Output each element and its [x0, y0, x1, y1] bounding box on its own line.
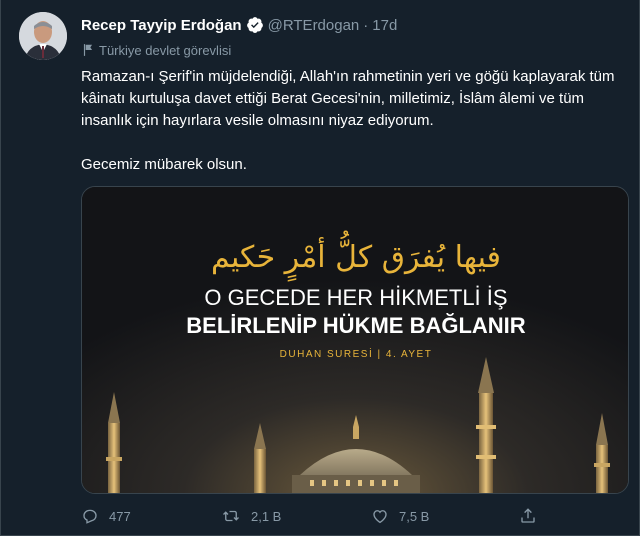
tweet-text: Ramazan-ı Şerif'in müjdelendiği, Allah'ı… [81, 66, 629, 176]
image-line1: O GECEDE HER HİKMETLİ İŞ [204, 285, 507, 310]
verified-badge-icon [246, 17, 263, 33]
share-icon [521, 508, 535, 523]
avatar[interactable] [19, 12, 67, 60]
author-name[interactable]: Recep Tayyip Erdoğan [81, 17, 242, 34]
account-label[interactable]: Türkiye devlet görevlisi [81, 40, 231, 60]
reply-count: 477 [109, 508, 131, 524]
author-handle[interactable]: @RTErdogan [268, 17, 360, 34]
tweet-image[interactable]: فيها يُفرَق كلُّ أمْرٍ حَكيم O GECEDE HE… [81, 186, 629, 494]
retweet-count: 2,1 B [251, 508, 282, 524]
reply-button[interactable]: 477 [81, 507, 131, 525]
tweet-timestamp[interactable]: 17d [372, 17, 397, 34]
like-count: 7,5 B [399, 508, 430, 524]
tweet-card[interactable]: Recep Tayyip Erdoğan @RTErdogan · 17d Tü… [0, 0, 640, 536]
flag-icon [83, 44, 93, 56]
avatar-image [19, 12, 67, 60]
tweet-paragraph: Gecemiz mübarek olsun. [81, 156, 247, 173]
tweet-header: Recep Tayyip Erdoğan @RTErdogan · 17d [81, 14, 397, 36]
account-label-text: Türkiye devlet görevlisi [99, 42, 232, 58]
berat-gecesi-image: فيها يُفرَق كلُّ أمْرٍ حَكيم O GECEDE HE… [82, 187, 628, 493]
image-source: DUHAN SURESİ | 4. AYET [280, 347, 433, 360]
like-icon [373, 510, 387, 524]
share-button[interactable] [519, 507, 537, 525]
retweet-button[interactable]: 2,1 B [221, 507, 281, 525]
retweet-icon [223, 510, 239, 522]
like-button[interactable]: 7,5 B [371, 507, 429, 525]
separator-dot: · [363, 16, 369, 34]
reply-icon [83, 509, 97, 524]
image-line2: BELİRLENİP HÜKME BAĞLANIR [186, 313, 525, 338]
tweet-actions: 477 2,1 B 7,5 B [81, 504, 551, 528]
tweet-paragraph: Ramazan-ı Şerif'in müjdelendiği, Allah'ı… [81, 68, 615, 129]
